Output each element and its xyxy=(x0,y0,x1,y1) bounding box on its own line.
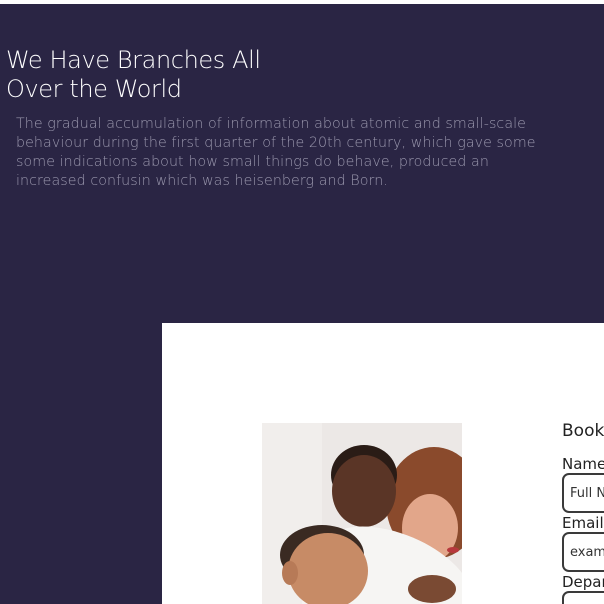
booking-card: Book Name Email Depar xyxy=(162,323,604,604)
hero-description: The gradual accumulation of information … xyxy=(16,116,536,189)
department-label: Depar xyxy=(562,573,604,591)
booking-form-title: Book xyxy=(562,421,604,441)
email-label: Email xyxy=(562,514,604,532)
name-label: Name xyxy=(562,455,604,473)
name-field[interactable] xyxy=(562,473,604,513)
hero-title-line1: We Have Branches All xyxy=(6,46,261,74)
family-photo xyxy=(262,423,462,604)
email-field[interactable] xyxy=(562,532,604,572)
hero-title-line2: Over the World xyxy=(6,75,182,103)
department-select[interactable] xyxy=(562,591,604,604)
hero-title: We Have Branches All Over the World xyxy=(6,46,306,104)
